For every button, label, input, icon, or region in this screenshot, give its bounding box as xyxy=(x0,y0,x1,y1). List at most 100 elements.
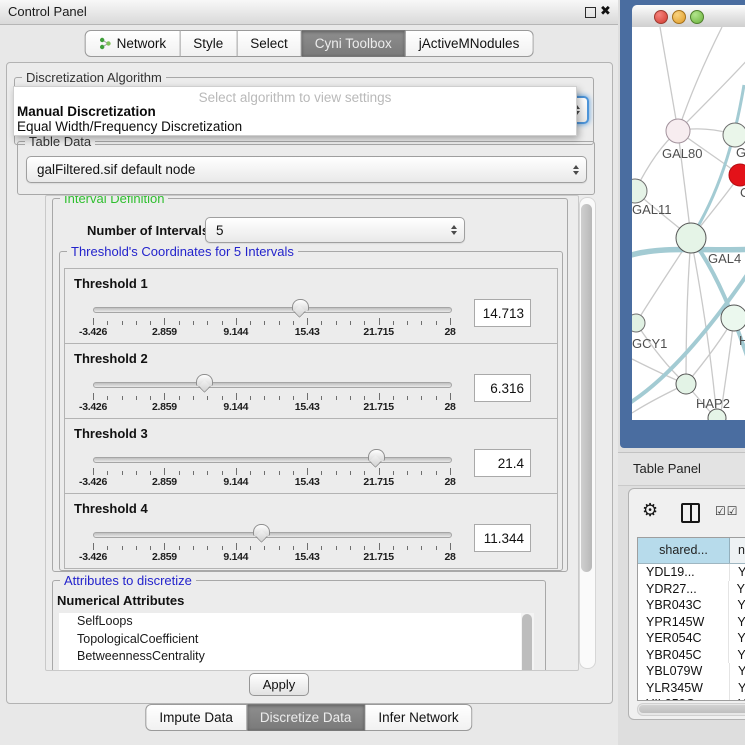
network-window-titlebar[interactable] xyxy=(632,5,745,28)
threshold-value-field[interactable]: 14.713 xyxy=(474,299,531,327)
threshold-value-field[interactable]: 21.4 xyxy=(474,449,531,477)
attribute-item[interactable]: BetweennessCentrality xyxy=(59,648,521,666)
close-icon[interactable]: ✖ xyxy=(600,3,611,19)
node-attribute-table: shared... na YDL19...YDL1YDR27...YDR2YBR… xyxy=(637,537,745,701)
scrollbar-thumb[interactable] xyxy=(639,705,745,713)
table-row[interactable]: YLR345WYLR3 xyxy=(638,680,745,697)
node-label: GAL80 xyxy=(662,146,702,161)
table-data-combobox[interactable]: galFiltered.sif default node xyxy=(26,156,587,183)
threshold-panel: Threshold 2 -3.4262.8599.14415.4321.7152… xyxy=(64,343,558,419)
tick-label: 9.144 xyxy=(223,476,248,488)
slider-thumb[interactable] xyxy=(253,524,270,536)
table-cell: YPR1 xyxy=(729,614,745,631)
network-canvas[interactable]: GAL80GAL11GAL4GCY1HAP2GCH xyxy=(632,27,745,420)
tab-network[interactable]: Network xyxy=(85,30,181,57)
slider-thumb[interactable] xyxy=(292,299,309,311)
slider-tick-labels: -3.4262.8599.14415.4321.71528 xyxy=(93,476,450,488)
table-row[interactable]: YPR145WYPR1 xyxy=(638,614,745,631)
scrollbar-thumb[interactable] xyxy=(522,614,532,671)
table-horizontal-scrollbar[interactable] xyxy=(637,703,745,716)
threshold-label: Threshold 4 xyxy=(74,501,148,516)
table-cell: YBL0 xyxy=(730,663,745,680)
table-panel-header: Table Panel xyxy=(618,452,745,486)
threshold-panel: Threshold 1 -3.4262.8599.14415.4321.7152… xyxy=(64,268,558,344)
threshold-value-field[interactable]: 11.344 xyxy=(474,524,531,552)
tick-label: 15.43 xyxy=(295,401,320,413)
tick-label: 9.144 xyxy=(223,326,248,338)
tab-discretize-data[interactable]: Discretize Data xyxy=(247,704,366,731)
column-header-shared-name[interactable]: shared... xyxy=(638,538,730,563)
table-row[interactable]: YIL052CYIL0 xyxy=(638,696,745,701)
slider-ticks xyxy=(93,543,450,551)
slider-track[interactable] xyxy=(93,382,452,388)
tick-label: 2.859 xyxy=(152,401,177,413)
column-header-name[interactable]: na xyxy=(730,538,745,563)
table-cell: YIL0 xyxy=(730,696,745,701)
slider-track[interactable] xyxy=(93,532,452,538)
number-of-intervals-combobox[interactable]: 5 xyxy=(205,217,465,243)
table-row[interactable]: YDR27...YDR2 xyxy=(638,581,745,598)
threshold-slider[interactable]: -3.4262.8599.14415.4321.71528 xyxy=(93,455,450,489)
tick-label: 28 xyxy=(444,551,455,563)
tab-cyni-toolbox[interactable]: Cyni Toolbox xyxy=(302,30,406,57)
threshold-label: Threshold 3 xyxy=(74,426,148,441)
tick-label: 2.859 xyxy=(152,476,177,488)
node-label: GCY1 xyxy=(632,336,667,351)
cyni-toolbox-content: Discretization Algorithm Table Data galF… xyxy=(6,62,613,704)
tab-infer-network[interactable]: Infer Network xyxy=(365,704,472,731)
panel-vertical-scrollbar[interactable] xyxy=(579,197,596,669)
slider-thumb[interactable] xyxy=(196,374,213,386)
column-layout-icon[interactable] xyxy=(681,503,700,523)
checkbox-filter-icons[interactable]: ☑☑ xyxy=(715,504,739,518)
table-data-combobox-value: galFiltered.sif default node xyxy=(27,162,568,177)
table-row[interactable]: YER054CYER0 xyxy=(638,630,745,647)
threshold-value-field[interactable]: 6.316 xyxy=(474,374,531,402)
slider-track[interactable] xyxy=(93,457,452,463)
close-traffic-light-icon[interactable] xyxy=(654,10,668,24)
tick-label: 2.859 xyxy=(152,551,177,563)
tab-label: Infer Network xyxy=(378,705,458,730)
tick-label: 21.715 xyxy=(363,551,393,563)
table-row[interactable]: YDL19...YDL1 xyxy=(638,564,745,581)
threshold-slider[interactable]: -3.4262.8599.14415.4321.71528 xyxy=(93,380,450,414)
slider-ticks xyxy=(93,318,450,326)
slider-tick-labels: -3.4262.8599.14415.4321.71528 xyxy=(93,551,450,563)
table-cell: YIL052C xyxy=(638,696,730,701)
attributes-list-scrollbar[interactable] xyxy=(521,613,534,671)
tab-style[interactable]: Style xyxy=(180,30,237,57)
float-window-icon[interactable] xyxy=(585,7,596,18)
tick-label: 21.715 xyxy=(363,326,393,338)
table-cell: YBR0 xyxy=(729,647,745,664)
slider-track[interactable] xyxy=(93,307,452,313)
tick-label: -3.426 xyxy=(79,326,107,338)
group-title: Table Data xyxy=(25,134,95,149)
minimize-traffic-light-icon[interactable] xyxy=(672,10,686,24)
tick-label: 2.859 xyxy=(152,326,177,338)
tab-label: jActiveMNodules xyxy=(419,31,520,56)
attribute-item[interactable]: SelfLoops xyxy=(59,613,521,631)
scrollbar-thumb[interactable] xyxy=(581,204,592,572)
threshold-slider[interactable]: -3.4262.8599.14415.4321.71528 xyxy=(93,530,450,564)
table-panel-toolbar: ⚙ ☑☑ xyxy=(629,497,745,531)
table-cell: YDL19... xyxy=(638,564,730,581)
tick-label: 21.715 xyxy=(363,401,393,413)
settings-gear-icon[interactable]: ⚙ xyxy=(642,500,658,521)
dropdown-option-manual-discretization[interactable]: Manual Discretization xyxy=(17,104,156,119)
threshold-panel: Threshold 3 -3.4262.8599.14415.4321.7152… xyxy=(64,418,558,494)
tick-label: -3.426 xyxy=(79,401,107,413)
table-cell: YBR043C xyxy=(638,597,729,614)
table-row[interactable]: YBR045CYBR0 xyxy=(638,647,745,664)
settings-scroll-viewport: Interval Definition Number of Intervals … xyxy=(45,195,579,671)
threshold-slider[interactable]: -3.4262.8599.14415.4321.71528 xyxy=(93,305,450,339)
dropdown-option-equal-width-frequency[interactable]: Equal Width/Frequency Discretization xyxy=(17,119,242,134)
node-label: GAL4 xyxy=(708,251,741,266)
tab-jactivemnodules[interactable]: jActiveMNodules xyxy=(406,30,534,57)
tab-select[interactable]: Select xyxy=(237,30,302,57)
attribute-item[interactable]: TopologicalCoefficient xyxy=(59,631,521,649)
apply-button[interactable]: Apply xyxy=(249,673,309,696)
table-row[interactable]: YBL079WYBL0 xyxy=(638,663,745,680)
tab-impute-data[interactable]: Impute Data xyxy=(145,704,247,731)
zoom-traffic-light-icon[interactable] xyxy=(690,10,704,24)
slider-thumb[interactable] xyxy=(368,449,385,461)
table-row[interactable]: YBR043CYBR0 xyxy=(638,597,745,614)
